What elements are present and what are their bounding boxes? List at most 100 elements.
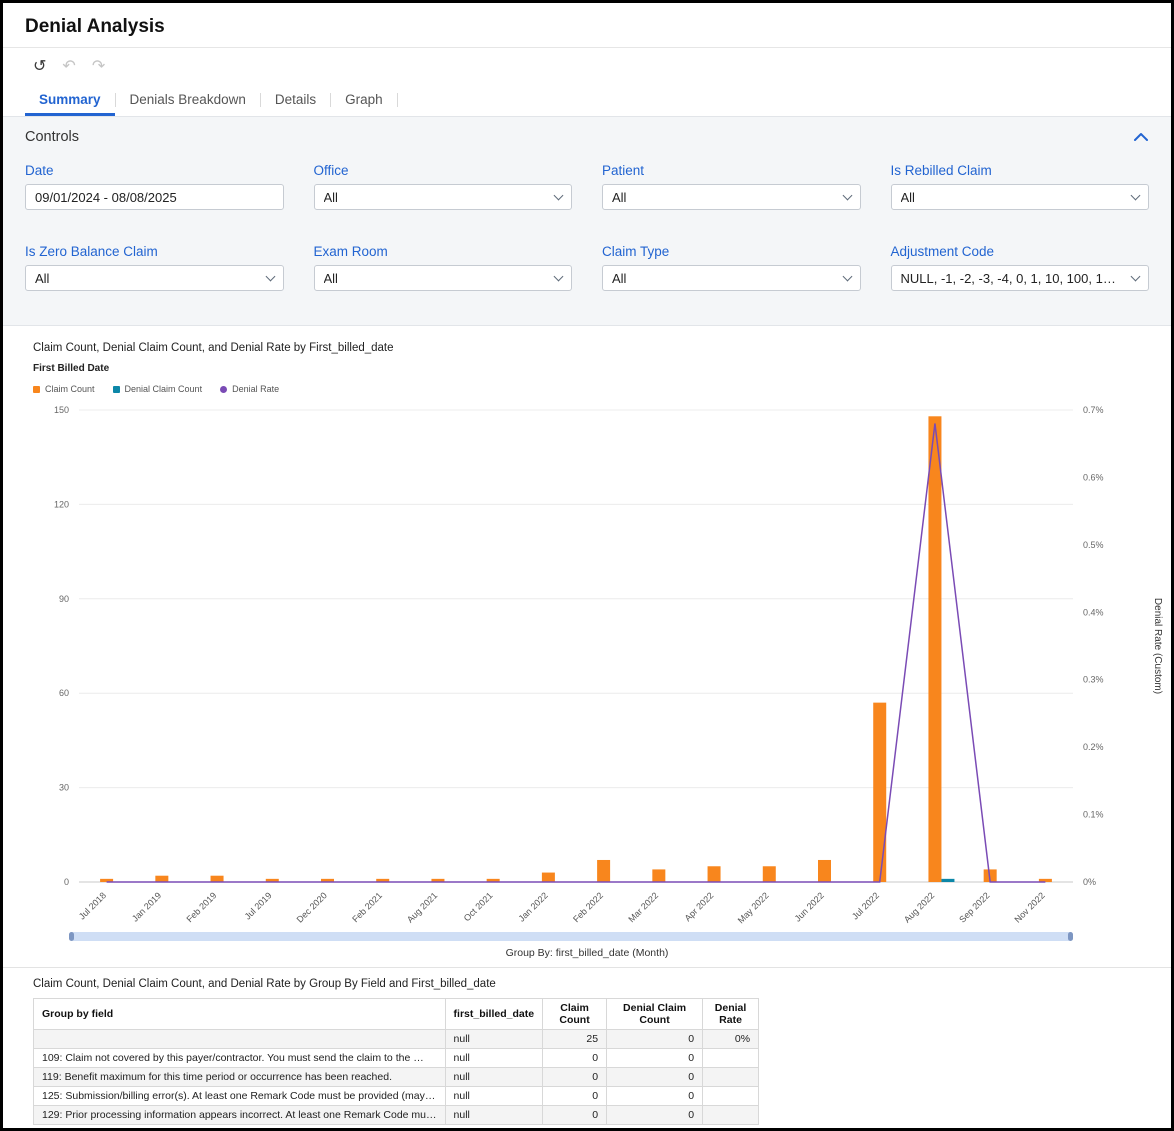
toolbar: ↺ ↶ ↷: [3, 48, 1171, 83]
field-value: All: [35, 270, 50, 286]
control-adjustment-code: Adjustment Code NULL, -1, -2, -3, -4, 0,…: [890, 244, 1149, 291]
tab-summary[interactable]: Summary: [25, 84, 115, 116]
legend-item-denial-claim-count[interactable]: Denial Claim Count: [112, 384, 203, 394]
tab-details[interactable]: Details: [261, 84, 330, 116]
table-cell: [702, 1048, 760, 1068]
svg-text:0%: 0%: [1083, 877, 1096, 887]
svg-text:Feb 2022: Feb 2022: [571, 890, 605, 924]
field-label: Is Rebilled Claim: [890, 163, 992, 178]
control-claim-type: Claim Type All: [602, 244, 861, 291]
chart-subtitle: First Billed Date: [33, 363, 110, 374]
chevron-down-icon: [842, 190, 852, 200]
field-value: All: [323, 189, 338, 205]
table-cell: [702, 1067, 760, 1087]
svg-text:Nov 2022: Nov 2022: [1012, 890, 1046, 924]
controls-panel: Controls Date 09/01/2024 - 08/08/2025 Of…: [3, 116, 1171, 326]
column-header[interactable]: Denial Claim Count: [606, 998, 704, 1030]
control-date: Date 09/01/2024 - 08/08/2025: [25, 163, 284, 210]
exam-room-select[interactable]: All: [313, 265, 572, 291]
field-value: All: [900, 189, 915, 205]
page-title: Denial Analysis: [25, 16, 165, 37]
control-exam-room: Exam Room All: [313, 244, 572, 291]
svg-text:Jun 2022: Jun 2022: [793, 890, 826, 923]
chart-group-by-label: Group By: first_billed_date (Month): [505, 947, 669, 959]
svg-text:Feb 2021: Feb 2021: [350, 890, 384, 924]
legend-label: Denial Rate: [232, 384, 280, 394]
field-value: All: [323, 270, 338, 286]
denial-table: Group by field first_billed_date Claim C…: [33, 998, 760, 1125]
table-cell: null: [444, 1067, 544, 1087]
control-is-rebilled-claim: Is Rebilled Claim All: [890, 163, 1149, 210]
denial-analysis-app: Denial Analysis ↺ ↶ ↷ Summary Denials Br…: [3, 3, 1171, 1125]
table-cell: 125: Submission/billing error(s). At lea…: [33, 1086, 446, 1106]
svg-text:Sep 2022: Sep 2022: [957, 890, 991, 924]
table-cell: 109: Claim not covered by this payer/con…: [33, 1048, 446, 1068]
svg-text:Jul 2019: Jul 2019: [243, 890, 274, 921]
page-header: Denial Analysis: [3, 3, 1171, 48]
legend-label: Denial Claim Count: [124, 384, 203, 394]
tab-denials-breakdown[interactable]: Denials Breakdown: [116, 84, 260, 116]
svg-text:Aug 2021: Aug 2021: [405, 890, 439, 924]
svg-text:0.5%: 0.5%: [1083, 540, 1104, 550]
controls-collapse-button[interactable]: [1133, 132, 1149, 142]
table-cell: 119: Benefit maximum for this time perio…: [33, 1067, 446, 1087]
svg-text:Jan 2019: Jan 2019: [130, 890, 163, 923]
table-cell: null: [444, 1048, 544, 1068]
patient-select[interactable]: All: [602, 184, 861, 210]
table-cell: [702, 1105, 760, 1125]
claim-type-select[interactable]: All: [602, 265, 861, 291]
svg-text:0.2%: 0.2%: [1083, 742, 1104, 752]
table-cell: 0: [542, 1105, 608, 1125]
legend-item-denial-rate[interactable]: Denial Rate: [220, 384, 279, 394]
scrollbar-right-handle[interactable]: [1068, 932, 1073, 941]
is-rebilled-claim-select[interactable]: All: [890, 184, 1149, 210]
date-range-input[interactable]: 09/01/2024 - 08/08/2025: [25, 184, 284, 210]
chevron-down-icon: [553, 190, 564, 200]
table-header-row: Group by field first_billed_date Claim C…: [33, 998, 760, 1030]
table-cell: 0%: [702, 1029, 760, 1049]
is-zero-balance-claim-select[interactable]: All: [25, 265, 284, 291]
field-value: All: [612, 270, 627, 286]
chart-zoom-scrollbar[interactable]: [69, 932, 1073, 941]
svg-text:Mar 2022: Mar 2022: [626, 890, 660, 924]
svg-text:Feb 2019: Feb 2019: [185, 890, 219, 924]
refresh-icon[interactable]: ↺: [33, 59, 46, 75]
table-cell: 0: [606, 1105, 704, 1125]
svg-text:Apr 2022: Apr 2022: [683, 890, 716, 923]
column-header[interactable]: Denial Rate: [702, 998, 760, 1030]
column-header[interactable]: Claim Count: [542, 998, 608, 1030]
controls-header: Controls: [25, 129, 1149, 145]
field-label: Exam Room: [313, 244, 388, 259]
legend-item-claim-count[interactable]: Claim Count: [33, 384, 95, 394]
table-cell: null: [444, 1105, 544, 1125]
svg-text:120: 120: [54, 499, 69, 509]
chevron-down-icon: [1130, 190, 1141, 200]
control-patient: Patient All: [602, 163, 861, 210]
office-select[interactable]: All: [313, 184, 572, 210]
adjustment-code-select[interactable]: NULL, -1, -2, -3, -4, 0, 1, 10, 100, 1…: [890, 265, 1149, 291]
column-header[interactable]: first_billed_date: [444, 998, 544, 1030]
redo-icon[interactable]: ↷: [92, 59, 105, 75]
tab-graph[interactable]: Graph: [331, 84, 397, 116]
legend-label: Claim Count: [45, 384, 95, 394]
table-section: Claim Count, Denial Claim Count, and Den…: [3, 968, 1171, 1125]
field-label: Office: [313, 163, 349, 178]
scrollbar-left-handle[interactable]: [69, 932, 74, 941]
summary-chart[interactable]: 0 30 60 90 120 150 0% 0.1% 0.2% 0.3% 0.4% 0.5% 0.6% 0…: [15, 394, 1163, 930]
chevron-down-icon: [1130, 271, 1141, 281]
table-cell: 0: [606, 1086, 704, 1106]
column-header[interactable]: Group by field: [33, 998, 446, 1030]
controls-title: Controls: [25, 129, 79, 145]
svg-text:90: 90: [59, 594, 69, 604]
table-cell: 0: [542, 1048, 608, 1068]
table-cell: 0: [606, 1029, 704, 1049]
svg-text:Oct 2021: Oct 2021: [462, 890, 495, 923]
field-value: NULL, -1, -2, -3, -4, 0, 1, 10, 100, 1…: [900, 270, 1116, 286]
denial-rate-swatch-icon: [220, 385, 228, 393]
table-cell: [33, 1029, 446, 1049]
controls-grid: Date 09/01/2024 - 08/08/2025 Office All …: [25, 163, 1149, 291]
undo-icon[interactable]: ↶: [62, 59, 75, 75]
table-row: null 25 0 0%: [33, 1029, 760, 1049]
svg-text:0.6%: 0.6%: [1083, 472, 1104, 482]
table-row: 129: Prior processing information appear…: [33, 1105, 760, 1125]
